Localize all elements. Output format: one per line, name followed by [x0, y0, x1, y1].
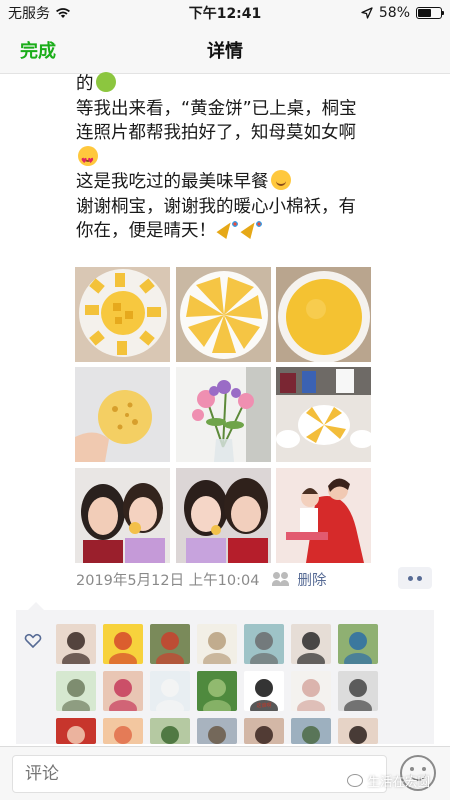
avatar-sketch[interactable] [197, 624, 237, 664]
post-line: 这是我吃过的最美味早餐 [76, 170, 436, 195]
post-line: 连照片都帮我拍好了，知母莫如女啊 [76, 123, 356, 143]
flowers-image [176, 367, 271, 462]
post-line [76, 145, 436, 173]
status-bar: 无服务 下午12:41 58% [0, 0, 450, 26]
yum-emoji-icon [270, 170, 291, 190]
avatar-panda-sticker[interactable]: 这谁啊 [244, 671, 284, 711]
photo-pancake-sun[interactable] [75, 267, 170, 362]
avatar-red-item[interactable] [56, 718, 96, 744]
avatar-drawing[interactable] [291, 671, 331, 711]
watermark: 生活在宏圆 [347, 771, 430, 790]
avatar-cat[interactable] [244, 624, 284, 664]
post-meta: 2019年5月12日 上午10:04 删除 [76, 568, 436, 590]
avatar-bear[interactable] [150, 671, 190, 711]
avatar-person[interactable] [338, 718, 378, 744]
wifi-icon [56, 8, 70, 18]
avatar-cartoon[interactable] [103, 718, 143, 744]
heart-eyes-emoji-icon [78, 145, 98, 173]
avatar-woman[interactable] [56, 624, 96, 664]
timestamp: 2019年5月12日 上午10:04 [76, 572, 260, 589]
post-line: 谢谢桐宝，谢谢我的暖心小棉袄，有 [76, 196, 356, 217]
clock: 下午12:41 [188, 6, 262, 22]
avatar-totoro[interactable] [56, 671, 96, 711]
photo-flowers[interactable] [176, 367, 271, 462]
avatar-filter-girl[interactable] [103, 671, 143, 711]
post-line: 等我出来看，“黄金饼”已上桌，桐宝 [76, 98, 357, 119]
comment-input[interactable] [12, 755, 387, 793]
battery-icon [416, 7, 444, 19]
pancake-whole-image [276, 267, 371, 362]
avatar-girl[interactable] [244, 718, 284, 744]
avatar-yellow-duck[interactable] [103, 624, 143, 664]
done-button[interactable]: 完成 [20, 37, 56, 63]
photo-selfie-eating[interactable] [75, 468, 170, 563]
post-line: 你在，便是晴天！ [76, 219, 436, 244]
status-right: 58% [292, 5, 444, 21]
post-line-text: 你在，便是晴天！ [76, 221, 216, 241]
selfie-two-image [176, 468, 271, 563]
location-arrow-icon [361, 7, 373, 19]
post-line-text: 这是我吃过的最美味早餐 [76, 172, 269, 192]
photo-mothers-day-card[interactable] [276, 468, 371, 563]
avatar-green[interactable] [150, 718, 190, 744]
avatar-scenery[interactable] [291, 718, 331, 744]
photo-selfie-two[interactable] [176, 468, 271, 563]
wechat-icon [347, 774, 364, 787]
pancake-slices-image [176, 267, 271, 362]
post-line-text: 的 [76, 74, 94, 94]
smile-emoji-icon [95, 72, 116, 92]
post-line: 的 [76, 72, 436, 97]
selfie-eating-image [75, 468, 170, 563]
page-title: 详情 [207, 40, 243, 62]
party-popper-emoji-icon [242, 219, 264, 239]
more-options-button[interactable] [398, 567, 432, 589]
battery-percent: 58% [378, 5, 410, 21]
post-text: 的 等我出来看，“黄金饼”已上桌，桐宝 连照片都帮我拍好了，知母莫如女啊 这是我… [76, 72, 436, 244]
avatar-portrait[interactable] [338, 671, 378, 711]
mothers-day-card-image [276, 468, 371, 563]
photo-pancake-slices[interactable] [176, 267, 271, 362]
avatar-landscape[interactable] [338, 624, 378, 664]
delete-button[interactable]: 删除 [297, 569, 326, 590]
avatar-plants[interactable] [197, 671, 237, 711]
visibility-icon [272, 572, 291, 586]
avatar-building[interactable] [197, 718, 237, 744]
watermark-text: 生活在宏圆 [367, 774, 430, 789]
breakfast-table-image [276, 367, 371, 462]
battery-fill [418, 9, 431, 17]
photo-breakfast-table[interactable] [276, 367, 371, 462]
nav-bar: 完成 详情 [0, 26, 450, 74]
avatar-woman-sunglasses[interactable] [291, 624, 331, 664]
carrier-label: 无服务 [8, 6, 50, 22]
pancake-hand-image [75, 367, 170, 462]
photo-pancake-hand[interactable] [75, 367, 170, 462]
party-popper-emoji-icon [218, 219, 240, 239]
photo-pancake-whole[interactable] [276, 267, 371, 362]
pancake-sun-image [75, 267, 170, 362]
status-left: 无服务 [8, 3, 158, 23]
avatar-food[interactable] [150, 624, 190, 664]
sticker-caption: 这谁啊 [256, 703, 272, 709]
heart-icon [24, 633, 42, 649]
likes-panel: 这谁啊 [16, 602, 434, 744]
dot-icon [408, 575, 413, 581]
dot-icon [417, 575, 422, 581]
